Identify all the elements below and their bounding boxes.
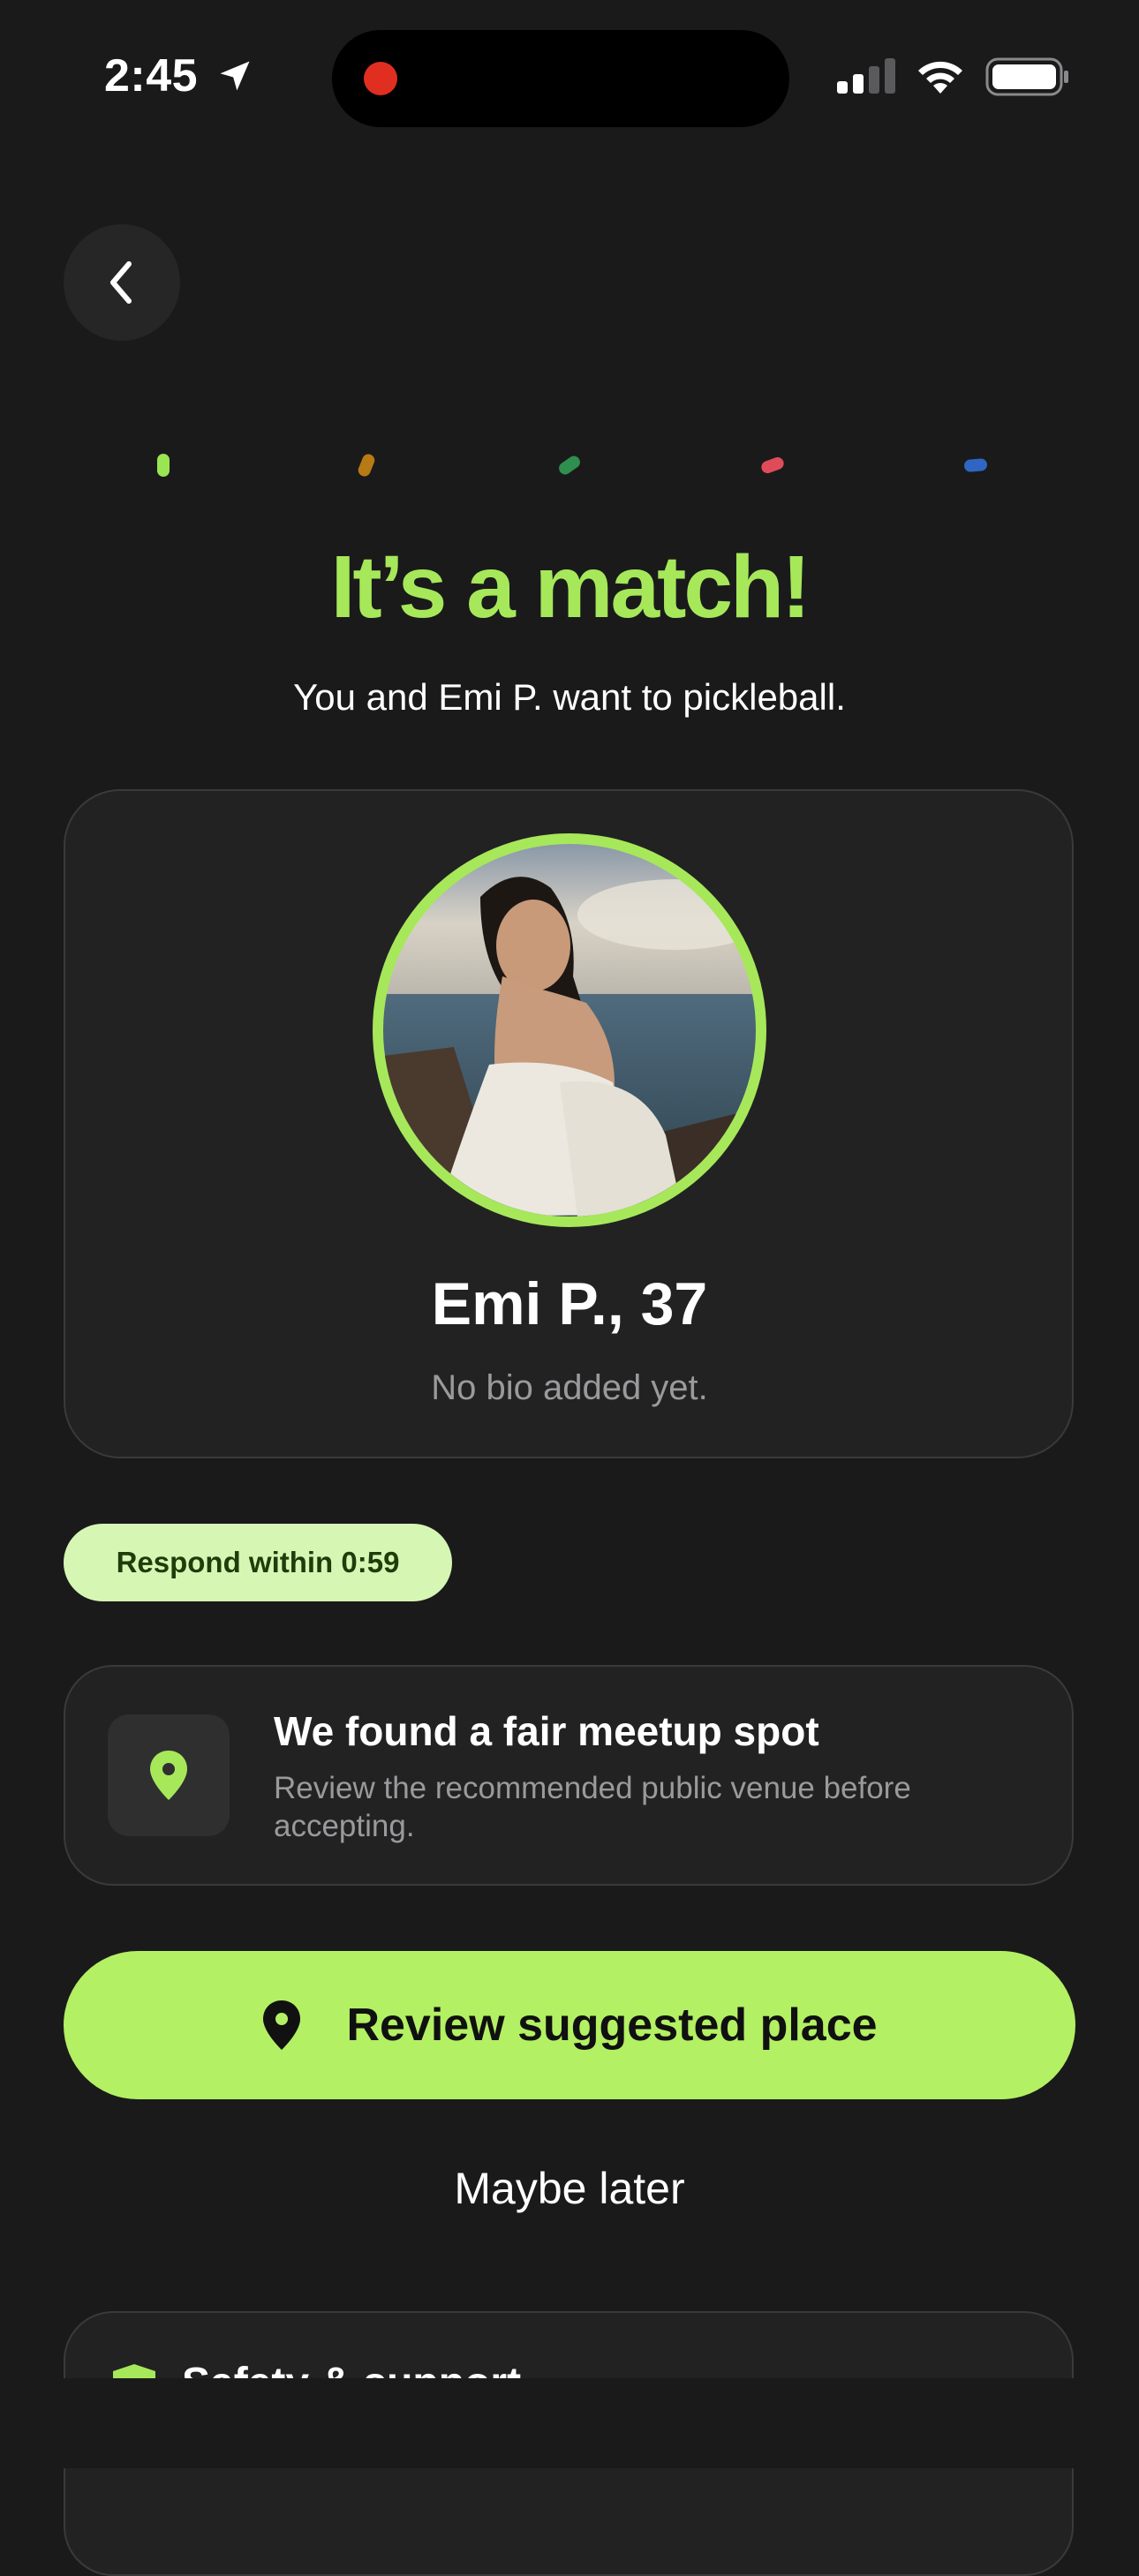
review-button-label: Review suggested place [346, 2000, 878, 2051]
profile-bio: No bio added yet. [431, 1368, 708, 1407]
map-pin-icon [150, 1751, 187, 1800]
review-suggested-place-button[interactable]: Review suggested place [64, 1951, 1075, 2099]
timer-label: Respond within 0:59 [116, 1546, 400, 1578]
map-pin-icon [263, 2000, 301, 2050]
match-subline: You and Emi P. want to pickleball. [293, 676, 846, 718]
dynamic-island [332, 30, 789, 127]
wifi-icon [918, 61, 962, 94]
location-arrow-icon [220, 61, 250, 91]
back-button[interactable] [64, 224, 180, 341]
maybe-later-button[interactable]: Maybe later [0, 2163, 1139, 2214]
match-headline: It’s a match! [330, 538, 811, 636]
confetti-piece [963, 457, 988, 473]
status-time: 2:45 [104, 50, 199, 102]
profile-name-age: Emi P., 37 [431, 1270, 708, 1337]
confetti-piece [556, 453, 583, 478]
response-timer-badge: Respond within 0:59 [64, 1524, 452, 1601]
chevron-left-icon [110, 261, 132, 304]
recording-indicator-icon [364, 62, 397, 95]
meetup-title: We found a fair meetup spot [274, 1708, 819, 1754]
meetup-description: Review the recommended public venue befo… [274, 1771, 911, 1843]
confetti-piece [157, 454, 170, 477]
signal-icon [837, 58, 895, 94]
confetti-piece [356, 452, 377, 478]
bottom-safe-area [0, 2378, 1139, 2468]
confetti-piece [759, 455, 786, 476]
meetup-icon-box [108, 1714, 230, 1836]
avatar [383, 844, 756, 1216]
battery-icon [985, 57, 1068, 96]
